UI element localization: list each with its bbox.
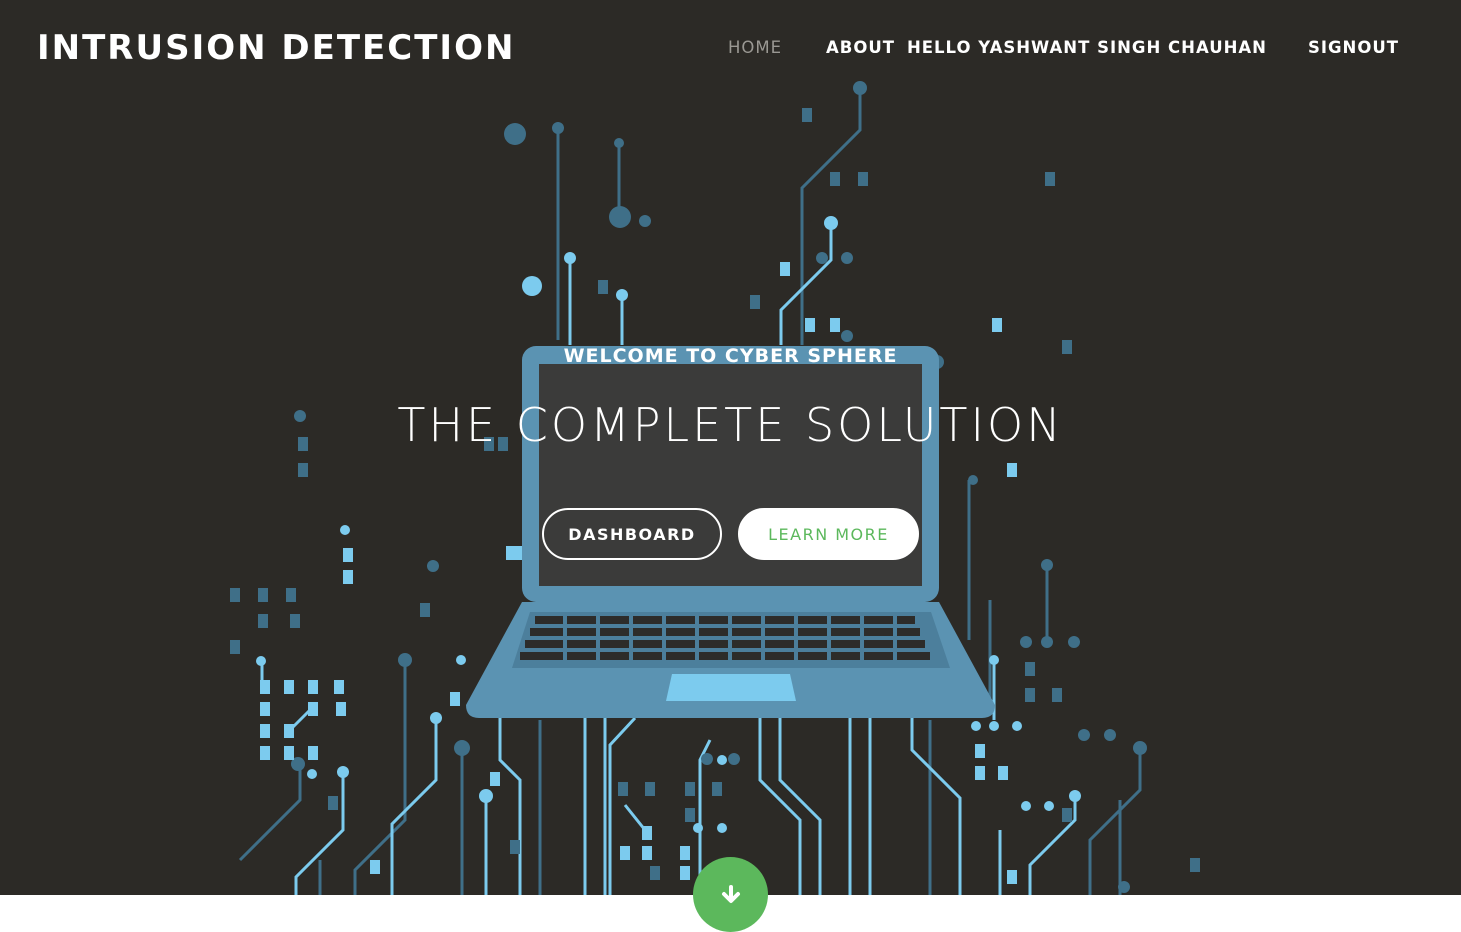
hero-section: INTRUSION DETECTION HOME ABOUT HELLO YAS… (0, 0, 1461, 895)
learn-more-button[interactable]: LEARN MORE (738, 508, 919, 560)
nav-about[interactable]: ABOUT (826, 38, 895, 57)
nav-home[interactable]: HOME (728, 38, 782, 57)
arrow-down-icon (721, 884, 740, 903)
scroll-down-button[interactable] (693, 857, 768, 932)
brand-logo[interactable]: INTRUSION DETECTION (37, 28, 515, 68)
nav-user-greeting[interactable]: HELLO YASHWANT SINGH CHAUHAN (907, 38, 1267, 57)
nav-signout[interactable]: SIGNOUT (1308, 38, 1399, 57)
hero-welcome-text: WELCOME TO CYBER SPHERE (563, 345, 898, 367)
dashboard-button[interactable]: DASHBOARD (542, 508, 722, 560)
hero-headline: THE COMPLETE SOLUTION (397, 398, 1064, 452)
